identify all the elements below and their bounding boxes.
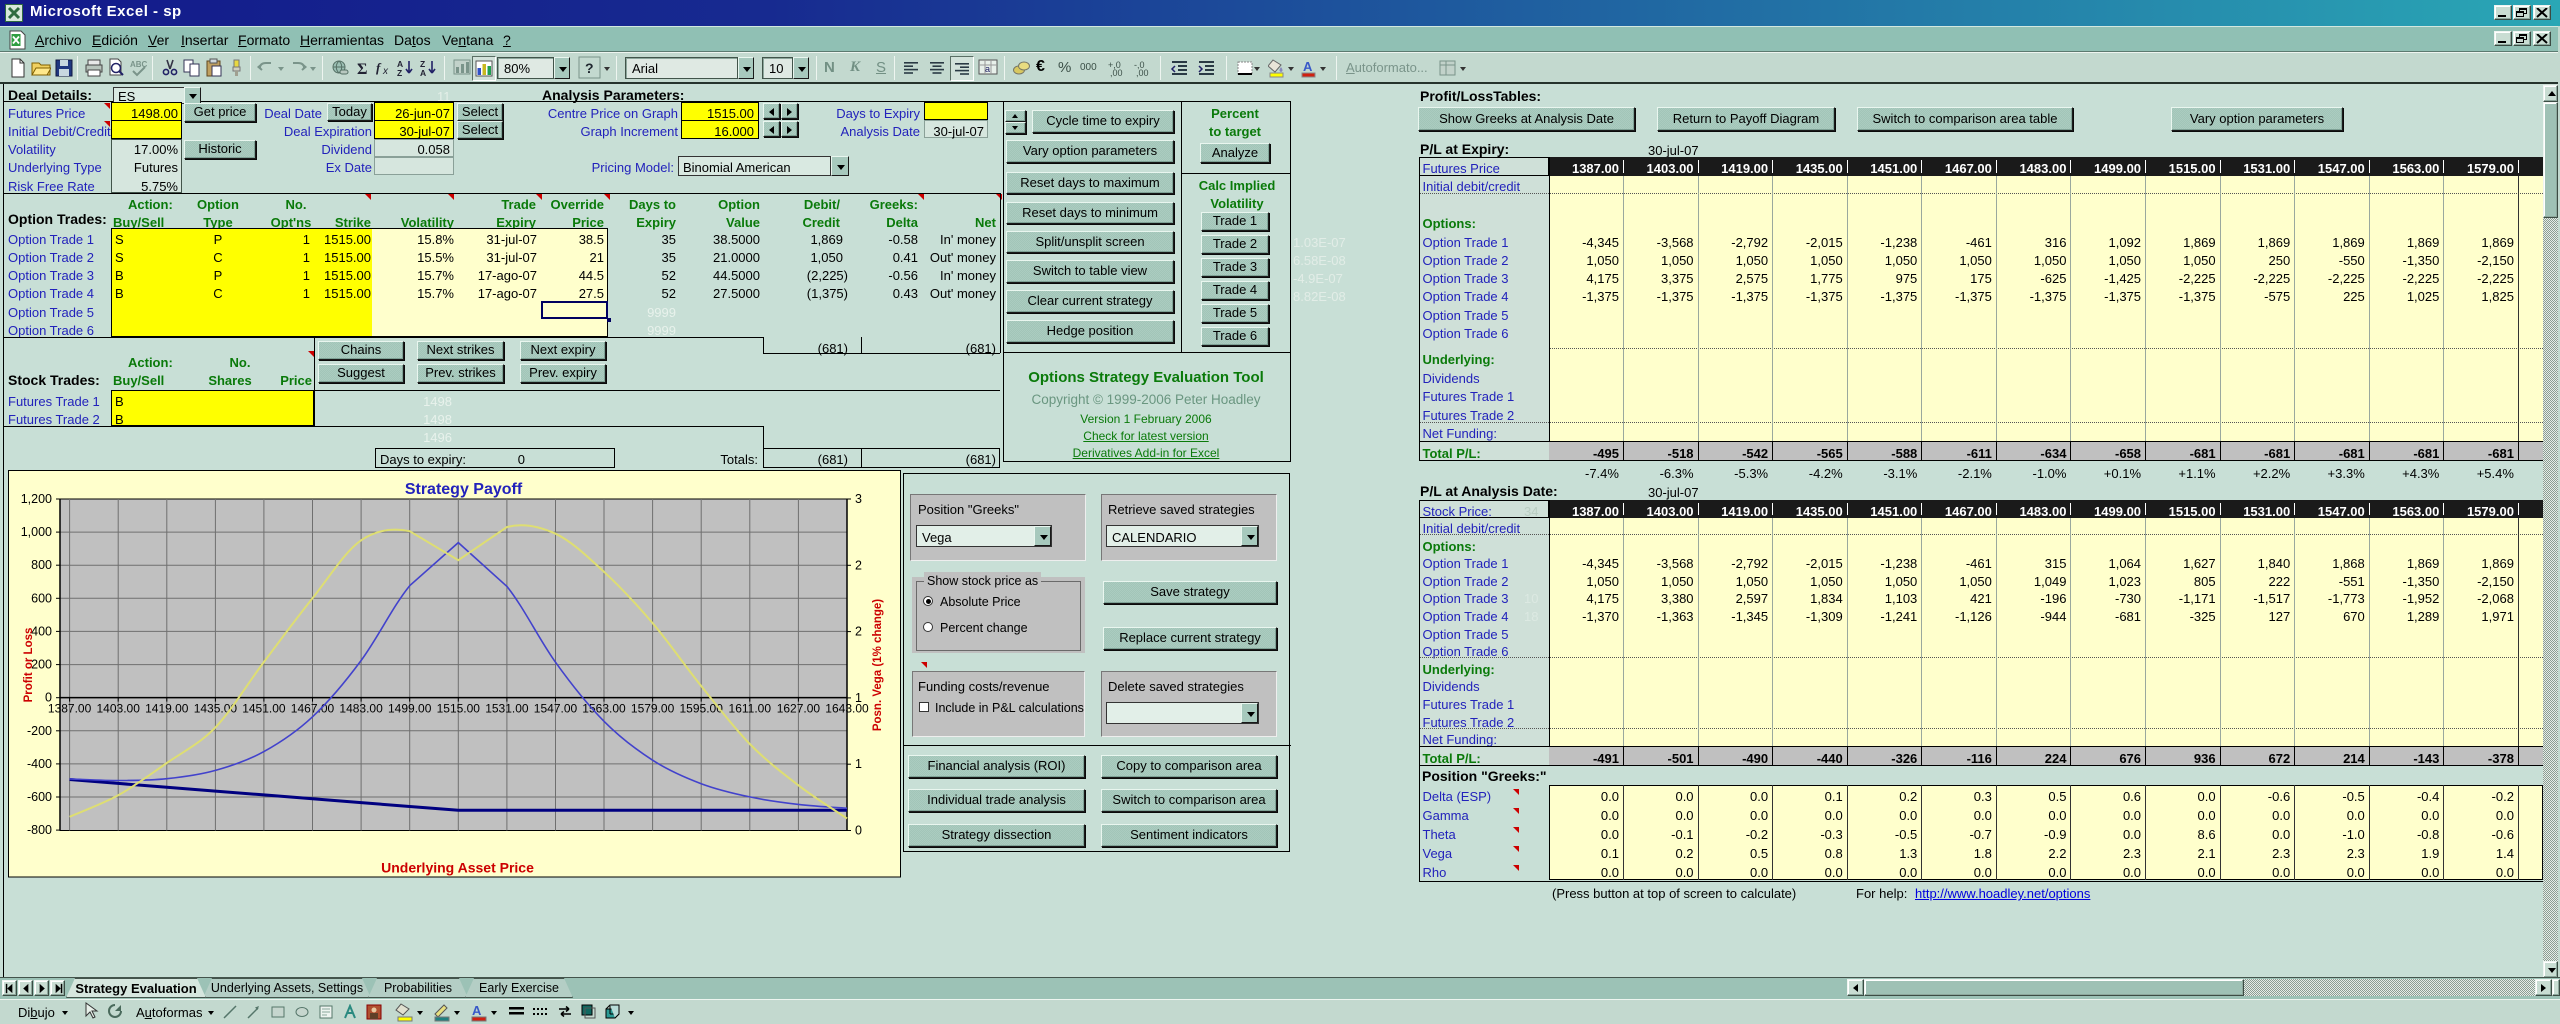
- svg-text:600: 600: [31, 591, 52, 605]
- svg-text:,00: ,00: [1136, 68, 1149, 78]
- svg-text:Strategy Payoff: Strategy Payoff: [405, 481, 523, 498]
- svg-text:-600: -600: [27, 790, 52, 804]
- svg-text:1,000: 1,000: [21, 525, 52, 539]
- svg-text:-800: -800: [27, 823, 52, 837]
- svg-text:1579.00: 1579.00: [631, 702, 675, 716]
- svg-text:A: A: [1303, 59, 1313, 74]
- svg-text:1451.00: 1451.00: [242, 702, 286, 716]
- svg-text:1595.00: 1595.00: [680, 702, 724, 716]
- svg-text:3: 3: [855, 492, 862, 506]
- svg-text:1419.00: 1419.00: [145, 702, 189, 716]
- svg-text:1515.00: 1515.00: [437, 702, 481, 716]
- svg-text:Z: Z: [397, 68, 402, 78]
- svg-text:1547.00: 1547.00: [534, 702, 578, 716]
- svg-text:?: ?: [585, 60, 594, 76]
- svg-text:1499.00: 1499.00: [388, 702, 432, 716]
- svg-text:Posn. Vega (1% change): Posn. Vega (1% change): [872, 599, 884, 731]
- svg-text:1387.00: 1387.00: [48, 702, 92, 716]
- svg-text:f: f: [376, 60, 382, 75]
- svg-text:Σ: Σ: [357, 61, 367, 78]
- svg-text:1531.00: 1531.00: [485, 702, 529, 716]
- svg-text:1643.00: 1643.00: [825, 702, 869, 716]
- svg-text:a: a: [985, 64, 990, 74]
- svg-text:1403.00: 1403.00: [97, 702, 141, 716]
- svg-text:1627.00: 1627.00: [777, 702, 821, 716]
- svg-text:1483.00: 1483.00: [339, 702, 383, 716]
- svg-text:A: A: [420, 68, 426, 78]
- svg-text:800: 800: [31, 558, 52, 572]
- svg-text:1467.00: 1467.00: [291, 702, 335, 716]
- svg-text:1,200: 1,200: [21, 492, 52, 506]
- svg-text:x: x: [382, 66, 389, 77]
- svg-text:-400: -400: [27, 757, 52, 771]
- svg-text:1611.00: 1611.00: [729, 702, 772, 716]
- svg-text:A: A: [472, 1003, 482, 1018]
- svg-text:2: 2: [855, 558, 862, 572]
- svg-text:-200: -200: [27, 724, 52, 738]
- svg-text:1: 1: [855, 757, 862, 771]
- svg-text:2: 2: [855, 625, 862, 639]
- svg-text:,00: ,00: [1110, 68, 1123, 78]
- svg-text:Profit or Loss: Profit or Loss: [23, 628, 35, 703]
- svg-text:0: 0: [855, 824, 862, 838]
- svg-text:Underlying Asset Price: Underlying Asset Price: [381, 860, 534, 876]
